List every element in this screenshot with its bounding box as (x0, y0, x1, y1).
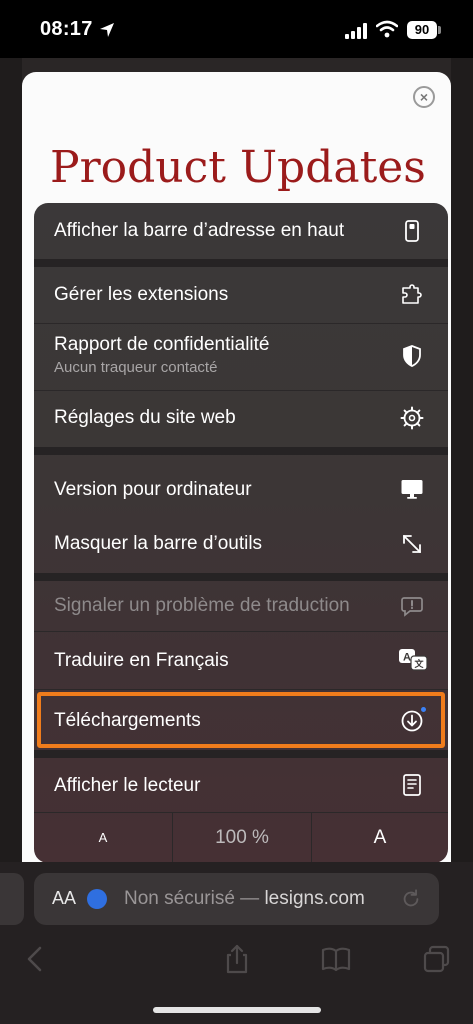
home-indicator (153, 1007, 321, 1013)
battery-tip (438, 26, 441, 34)
menu-item-label: Signaler un problème de traduction (54, 595, 350, 616)
menu-item-report-translation: Signaler un problème de traduction (34, 581, 448, 631)
menu-item-reader[interactable]: Afficher le lecteur (34, 758, 448, 812)
desktop-monitor-icon (401, 480, 423, 499)
page-title: Product Updates (50, 142, 426, 193)
menu-item-desktop-version[interactable]: Version pour ordinateur (34, 455, 448, 511)
reload-icon[interactable] (400, 888, 422, 910)
menu-item-label: Afficher le lecteur (54, 775, 201, 796)
svg-text:文: 文 (413, 658, 424, 670)
translate-status-icon[interactable] (87, 889, 107, 909)
page-settings-button[interactable]: AA (52, 888, 76, 909)
wifi-icon (376, 20, 398, 38)
backdrop-left-edge (0, 58, 22, 868)
address-separator: — (234, 888, 265, 909)
menu-item-translate[interactable]: Traduire en Français A 文 (34, 632, 448, 689)
zoom-decrease-button[interactable]: A (34, 812, 172, 863)
zoom-controls: A 100 % A (34, 812, 448, 863)
status-time: 08:17 (40, 18, 93, 40)
zoom-level: 100 % (215, 827, 269, 848)
puzzle-extensions-icon (402, 284, 422, 304)
back-icon[interactable] (20, 943, 52, 975)
location-arrow-icon (100, 23, 114, 37)
menu-divider (34, 259, 448, 267)
menu-item-sublabel: Aucun traqueur contacté (54, 359, 218, 376)
share-icon[interactable] (221, 943, 253, 975)
menu-item-label: Version pour ordinateur (54, 479, 252, 500)
battery-level: 90 (407, 21, 437, 39)
address-domain: lesigns.com (264, 888, 365, 909)
menu-divider (34, 573, 448, 581)
page-menu: Afficher la barre d’adresse en haut Gére… (34, 203, 448, 863)
menu-item-label: Traduire en Français (54, 650, 229, 671)
downloads-badge-dot (421, 707, 426, 712)
cellular-signal-icon (345, 23, 367, 39)
menu-item-address-bar-top[interactable]: Afficher la barre d’adresse en haut (34, 203, 448, 259)
translate-icon: A 文 (399, 649, 428, 671)
menu-item-label: Réglages du site web (54, 407, 236, 428)
menu-item-privacy-report[interactable]: Rapport de confidentialité Aucun traqueu… (34, 324, 448, 390)
menu-item-label: Afficher la barre d’adresse en haut (54, 220, 345, 241)
menu-item-label: Masquer la barre d’outils (54, 533, 263, 554)
menu-item-label: Gérer les extensions (54, 284, 229, 305)
gear-icon (400, 406, 424, 430)
backdrop-right-edge (451, 58, 473, 868)
report-bubble-icon (401, 597, 423, 617)
svg-text:A: A (403, 652, 411, 664)
privacy-shield-icon (403, 345, 421, 367)
expand-arrows-icon (403, 535, 421, 553)
menu-divider (34, 447, 448, 455)
address-text[interactable]: Non sécurisé — lesigns.com (124, 888, 365, 910)
menu-item-extensions[interactable]: Gérer les extensions (34, 267, 448, 323)
phone-address-bar-top-icon (405, 220, 419, 242)
status-bar: 08:17 90 (0, 0, 473, 60)
menu-divider (34, 750, 448, 758)
tabs-icon[interactable] (421, 943, 453, 975)
downloads-highlight-annotation (37, 692, 445, 748)
close-icon[interactable]: × (413, 86, 435, 108)
menu-item-label: Rapport de confidentialité (54, 334, 270, 355)
reader-icon (403, 774, 421, 796)
bookmarks-icon[interactable] (320, 943, 352, 975)
address-bar[interactable]: AA Non sécurisé — lesigns.com (34, 873, 439, 925)
zoom-increase-button[interactable]: A (312, 812, 448, 863)
bottom-toolbar (0, 935, 473, 985)
security-status: Non sécurisé (124, 888, 235, 909)
menu-item-website-settings[interactable]: Réglages du site web (34, 391, 448, 447)
previous-tab-peek[interactable] (0, 873, 24, 925)
menu-item-hide-toolbar[interactable]: Masquer la barre d’outils (34, 511, 448, 573)
